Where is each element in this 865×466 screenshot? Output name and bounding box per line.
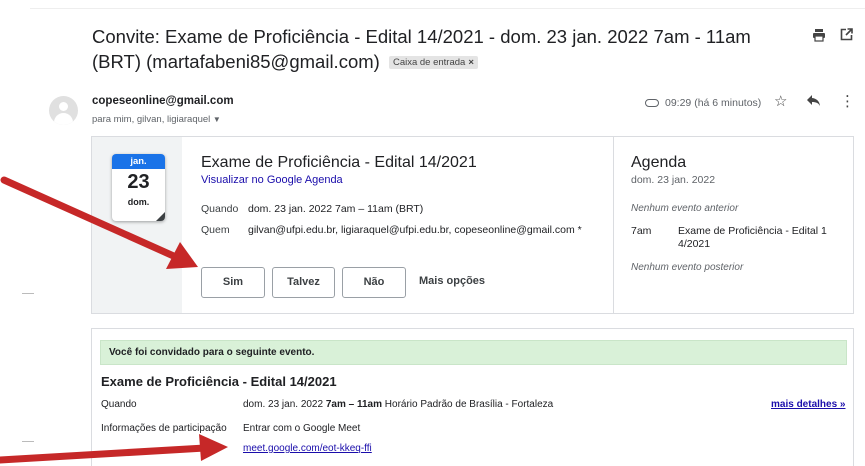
join-info-value: Entrar com o Google Meet	[243, 423, 361, 434]
page-fold-icon	[156, 212, 165, 221]
when-label: Quando	[201, 203, 239, 215]
card-divider	[613, 137, 614, 313]
more-options-button[interactable]: Mais opções	[419, 275, 485, 287]
agenda-no-previous: Nenhum evento anterior	[631, 203, 739, 214]
recipients-text: para mim, gilvan, ligiaraquel	[92, 114, 211, 125]
invite-when-timezone: Horário Padrão de Brasília - Fortaleza	[384, 399, 554, 410]
side-mark	[22, 293, 34, 294]
email-subject: Convite: Exame de Proficiência - Edital …	[92, 24, 782, 74]
invite-when-time: 7am – 11am	[325, 399, 383, 410]
recipients-line[interactable]: para mim, gilvan, ligiaraquel ▼	[92, 114, 221, 125]
calendar-weekday: dom.	[127, 197, 150, 207]
chevron-down-icon[interactable]: ▼	[213, 115, 221, 124]
more-vert-icon[interactable]: ⋮	[840, 94, 855, 110]
join-info-label: Informações de participação	[101, 423, 227, 434]
rsvp-no-button[interactable]: Não	[342, 267, 406, 298]
timestamp-row: 09:29 (há 6 minutos)	[645, 97, 761, 109]
calendar-day: 23	[127, 171, 150, 193]
open-in-new-window-icon[interactable]	[838, 28, 854, 44]
agenda-event-time: 7am	[631, 225, 652, 237]
calendar-icon-panel: jan. 23 dom.	[92, 137, 182, 313]
rsvp-maybe-button[interactable]: Talvez	[272, 267, 335, 298]
inbox-label-chip[interactable]: Caixa de entrada ×	[388, 56, 478, 69]
invite-when-value: dom. 23 jan. 2022 7am – 11am Horário Pad…	[243, 399, 553, 410]
agenda-no-next: Nenhum evento posterior	[631, 262, 744, 273]
meet-link[interactable]: meet.google.com/eot-kkeq-ffi	[243, 443, 372, 454]
rsvp-yes-button[interactable]: Sim	[201, 267, 265, 298]
agenda-date: dom. 23 jan. 2022	[631, 174, 716, 186]
view-in-calendar-link[interactable]: Visualizar no Google Agenda	[201, 174, 343, 186]
invite-when-label: Quando	[101, 399, 137, 410]
inbox-label-text: Caixa de entrada	[392, 57, 466, 68]
agenda-title: Agenda	[631, 154, 687, 171]
avatar[interactable]	[49, 96, 78, 125]
reply-icon[interactable]	[806, 94, 821, 111]
close-icon[interactable]: ×	[468, 57, 474, 68]
top-divider	[30, 8, 865, 9]
who-value: gilvan@ufpi.edu.br, ligiaraquel@ufpi.edu…	[248, 224, 582, 236]
star-icon[interactable]: ☆	[774, 94, 787, 110]
when-value: dom. 23 jan. 2022 7am – 11am (BRT)	[248, 203, 424, 215]
agenda-event-title[interactable]: Exame de Proficiência - Edital 1 4/2021	[678, 225, 853, 251]
calendar-date-icon: jan. 23 dom.	[112, 154, 165, 221]
label-icon[interactable]	[645, 99, 659, 107]
calendar-invite-card: jan. 23 dom. Exame de Proficiência - Edi…	[91, 136, 854, 314]
calendar-month: jan.	[112, 154, 165, 169]
side-mark	[22, 441, 34, 442]
event-title: Exame de Proficiência - Edital 14/2021	[201, 154, 477, 171]
invited-banner: Você foi convidado para o seguinte event…	[100, 340, 847, 365]
invitation-body: Você foi convidado para o seguinte event…	[91, 328, 854, 466]
timestamp: 09:29 (há 6 minutos)	[665, 97, 762, 109]
invite-event-title: Exame de Proficiência - Edital 14/2021	[101, 374, 337, 389]
print-icon[interactable]	[811, 28, 827, 44]
more-details-link[interactable]: mais detalhes »	[771, 399, 845, 410]
who-label: Quem	[201, 224, 230, 236]
invite-when-date: dom. 23 jan. 2022	[243, 399, 324, 410]
sender-address[interactable]: copeseonline@gmail.com	[92, 95, 234, 107]
